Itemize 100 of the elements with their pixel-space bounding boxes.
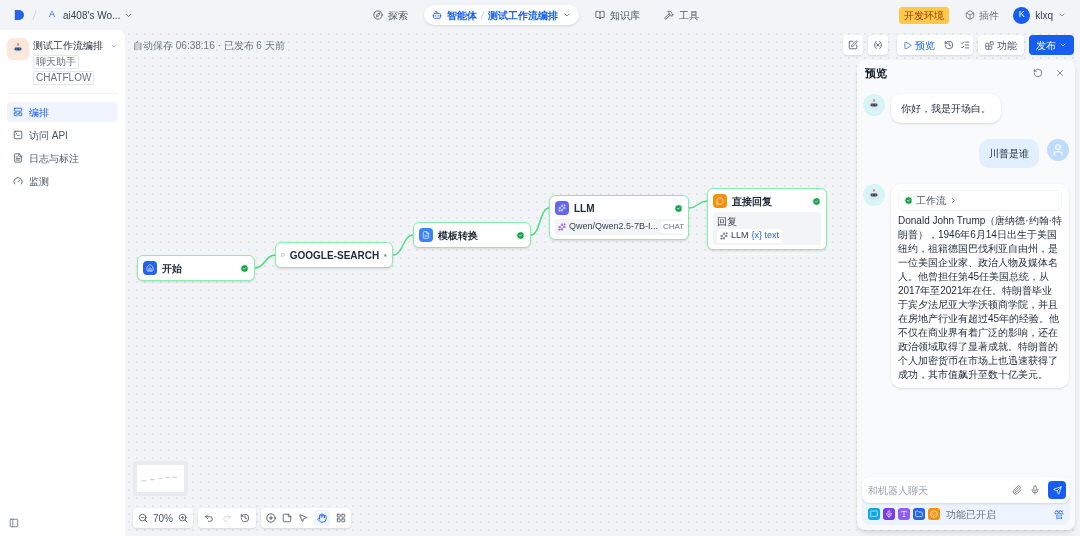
compass-icon — [373, 10, 384, 20]
node-title: LLM — [574, 201, 596, 216]
text-icon — [898, 508, 910, 520]
sidebar-item[interactable]: 日志与标注 — [7, 148, 118, 168]
node-title: GOOGLE-SEARCH — [289, 248, 380, 263]
app-tag: 聊天助手 — [33, 55, 79, 69]
success-icon — [240, 263, 249, 273]
workflow-node[interactable]: 直接回复 回复 LLM {x} text — [707, 188, 827, 250]
edge-line — [255, 254, 275, 269]
terminal-icon — [13, 130, 23, 140]
workspace-name: ai408's Wo... — [63, 8, 121, 23]
plugins-link[interactable]: 插件 — [965, 7, 1000, 23]
app-tag: CHATFLOW — [33, 71, 95, 85]
cube-icon — [965, 10, 976, 20]
sidebar-item[interactable]: 编排 — [7, 102, 118, 122]
success-icon — [812, 196, 821, 206]
node-title: 开始 — [162, 261, 183, 276]
checklist-icon[interactable] — [960, 40, 970, 50]
workflow-node[interactable]: GOOGLE-SEARCH — [275, 242, 393, 268]
chevron-icon — [1059, 41, 1067, 49]
add-icon[interactable] — [266, 513, 276, 523]
edge-line — [393, 234, 413, 256]
send-icon — [1052, 485, 1062, 495]
close-icon[interactable] — [1055, 68, 1065, 78]
nav-tab[interactable]: 知识库 — [587, 5, 649, 25]
nav-tab[interactable]: 工具 — [656, 5, 708, 25]
workflow-node[interactable]: 模板转换 — [413, 222, 531, 248]
sidebar-item[interactable]: 访问 API — [7, 125, 118, 145]
robot-icon — [432, 10, 443, 20]
history-icon[interactable] — [944, 40, 954, 50]
bot-message: 你好，我是开场白。 — [891, 94, 1001, 123]
mode-tag: CHAT — [661, 220, 687, 233]
play-icon — [903, 40, 912, 50]
hammer-icon — [664, 10, 675, 20]
nav-tab[interactable]: 探索 — [365, 5, 417, 25]
smile-icon — [928, 508, 940, 520]
user-name: klxq — [1035, 8, 1053, 23]
node-title: 模板转换 — [438, 228, 479, 243]
grid-icon[interactable] — [336, 513, 346, 523]
source-name: LLM — [731, 229, 749, 242]
sidebar-item[interactable]: 监测 — [7, 171, 118, 191]
sidebar-toggle-icon[interactable] — [9, 518, 19, 528]
success-icon — [904, 196, 913, 205]
user-message: 川普是谁 — [979, 139, 1039, 168]
item-label: 监测 — [29, 174, 49, 189]
tab-label: 知识库 — [610, 8, 641, 23]
history-icon[interactable] — [240, 513, 250, 523]
chevron-icon — [949, 196, 958, 205]
nav-tab[interactable]: 智能体 测试工作流编排 — [424, 5, 580, 25]
restart-icon[interactable] — [1033, 68, 1043, 78]
workspace-switcher[interactable]: A ai408's Wo... — [45, 7, 134, 23]
chat-icon — [868, 508, 880, 520]
code-file-icon — [419, 228, 433, 242]
answer-text: Donald John Trump（唐纳德·约翰·特朗普），1946年6月14日出生于美国纽约，祖籍德国巴伐利亚自由州，是一位美国企业家、政治人物及媒体名人。他曾担任第45任美国总统，从2017年至2021年在任。特朗普毕业于宾夕法尼亚大学沃顿商学院，并且在房地产行业有超过45年的经验。他不仅在商业界有着广泛的影响，还在政治领域取得了显著成就。特朗普的个人加密货币在市场上也迅速获得了成功，其市值飙升至数十亿美元。 — [898, 214, 1062, 382]
document-icon — [13, 153, 23, 163]
panel-title: 预览 — [865, 65, 887, 81]
chat-input-field[interactable]: 和机器人聊天 — [862, 477, 1070, 503]
chevron-icon — [563, 11, 572, 19]
undo-icon[interactable] — [204, 513, 214, 523]
app-avatar — [7, 38, 29, 60]
home-icon — [143, 261, 157, 275]
workspace-initial: A — [45, 8, 59, 22]
item-label: 编排 — [29, 105, 49, 120]
field-label: 回复 — [717, 215, 738, 229]
send-button[interactable] — [1048, 481, 1066, 499]
item-label: 访问 API — [29, 128, 68, 143]
folder-icon — [913, 508, 925, 520]
user-menu[interactable]: K klxq — [1013, 6, 1066, 24]
edge-line — [531, 207, 549, 236]
manage-link[interactable]: 管 — [1054, 506, 1064, 522]
user-avatar — [1047, 139, 1069, 161]
hand-icon[interactable] — [314, 510, 330, 526]
layout-icon — [13, 107, 23, 117]
tab-label: 探索 — [388, 8, 409, 23]
variable-icon — [873, 40, 883, 50]
sparkle-icon — [555, 201, 569, 215]
blocks-icon — [985, 40, 994, 50]
sparkle-icon — [558, 222, 566, 231]
plugins-label: 插件 — [979, 8, 1000, 23]
bot-avatar — [863, 184, 885, 206]
gauge-icon — [13, 176, 23, 186]
workflow-node[interactable]: 开始 — [137, 255, 255, 281]
speech-bubble-icon — [713, 194, 727, 208]
note-icon[interactable] — [282, 513, 292, 523]
features-button[interactable]: 功能 — [978, 35, 1024, 55]
features-note: 功能已开启 — [946, 507, 997, 522]
edit-icon — [848, 40, 858, 50]
user-avatar: K — [1013, 6, 1031, 24]
pointer-icon[interactable] — [298, 513, 308, 523]
workflow-status[interactable]: 工作流 — [898, 190, 1062, 211]
workflow-node[interactable]: LLM Qwen/Qwen2.5-7B-I... CHAT — [549, 195, 689, 240]
zoom-out-icon[interactable] — [138, 513, 148, 523]
publish-button[interactable]: 发布 — [1029, 35, 1074, 55]
bot-avatar — [863, 94, 885, 116]
book-icon — [595, 10, 606, 20]
variable-tag: {x} text — [751, 229, 780, 243]
node-title: 直接回复 — [732, 194, 773, 209]
model-name: Qwen/Qwen2.5-7B-I... — [569, 220, 659, 233]
attach-icon[interactable] — [1012, 485, 1022, 495]
zoom-in-icon[interactable] — [178, 513, 188, 523]
